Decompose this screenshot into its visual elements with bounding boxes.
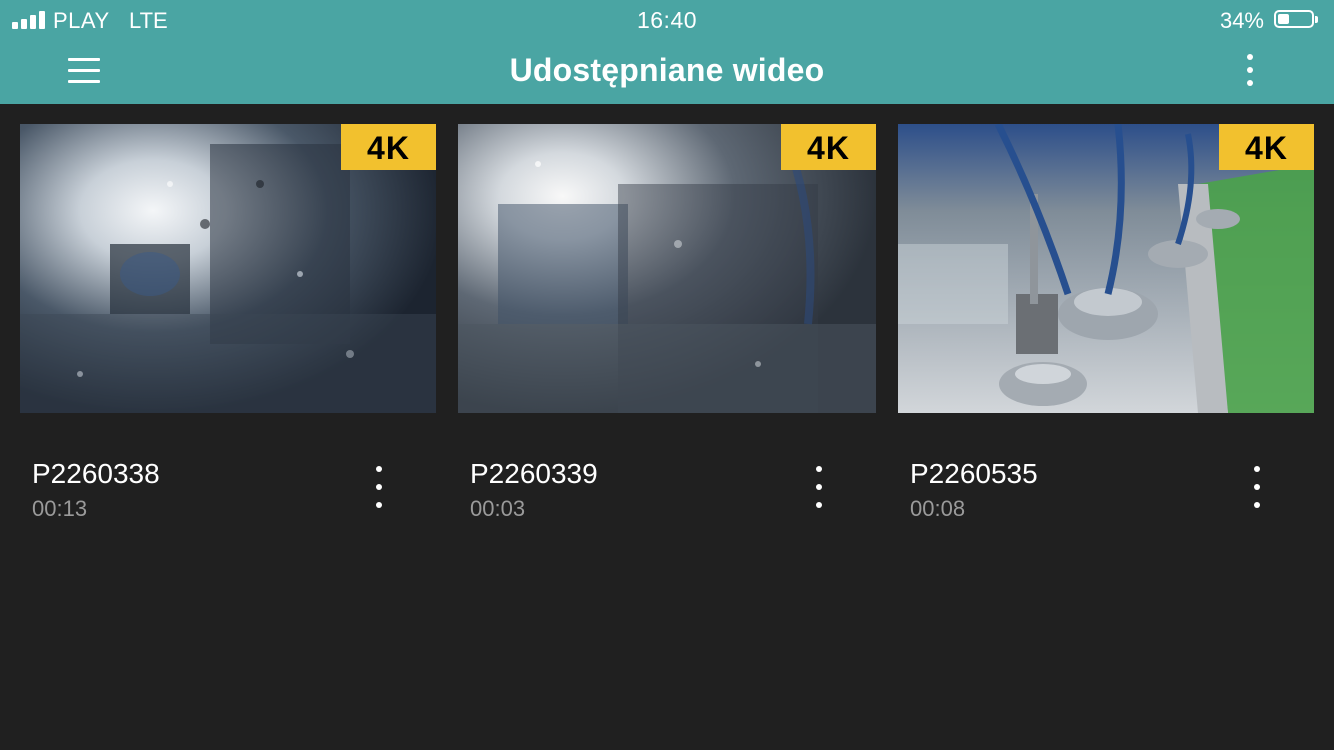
header: PLAY LTE 16:40 34% Udostępniane wideo — [0, 0, 1334, 104]
video-card: 4K P2260339 00:03 — [458, 124, 876, 544]
video-name: P2260535 — [910, 458, 1038, 489]
video-card: 4K P2260535 00:08 — [898, 124, 1314, 544]
video-duration: 00:13 — [32, 496, 88, 521]
status-bar: PLAY LTE 16:40 34% — [0, 0, 1334, 40]
video-more-icon[interactable] — [804, 462, 834, 512]
4k-badge: 4K — [781, 124, 876, 170]
battery-icon — [1274, 10, 1320, 30]
video-name: P2260339 — [470, 458, 598, 489]
video-more-icon[interactable] — [364, 462, 394, 512]
page-title: Udostępniane wideo — [509, 52, 825, 88]
4k-badge: 4K — [341, 124, 436, 170]
app-bar: Udostępniane wideo — [0, 40, 1334, 104]
video-card: 4K P2260338 00:13 — [20, 124, 436, 544]
video-thumbnail[interactable]: 4K — [458, 124, 876, 413]
status-time: 16:40 — [636, 7, 698, 33]
video-thumbnail[interactable]: 4K — [20, 124, 436, 413]
more-vertical-icon[interactable] — [1232, 48, 1268, 92]
video-duration: 00:08 — [910, 496, 966, 521]
video-more-icon[interactable] — [1242, 462, 1272, 512]
video-duration: 00:03 — [470, 496, 526, 521]
battery-percentage: 34% — [1219, 8, 1264, 33]
4k-badge: 4K — [1219, 124, 1314, 170]
video-name: P2260338 — [32, 458, 160, 489]
app-root: PLAY LTE 16:40 34% Udostępniane wideo 4K… — [0, 0, 1334, 750]
video-thumbnail[interactable]: 4K — [898, 124, 1314, 413]
